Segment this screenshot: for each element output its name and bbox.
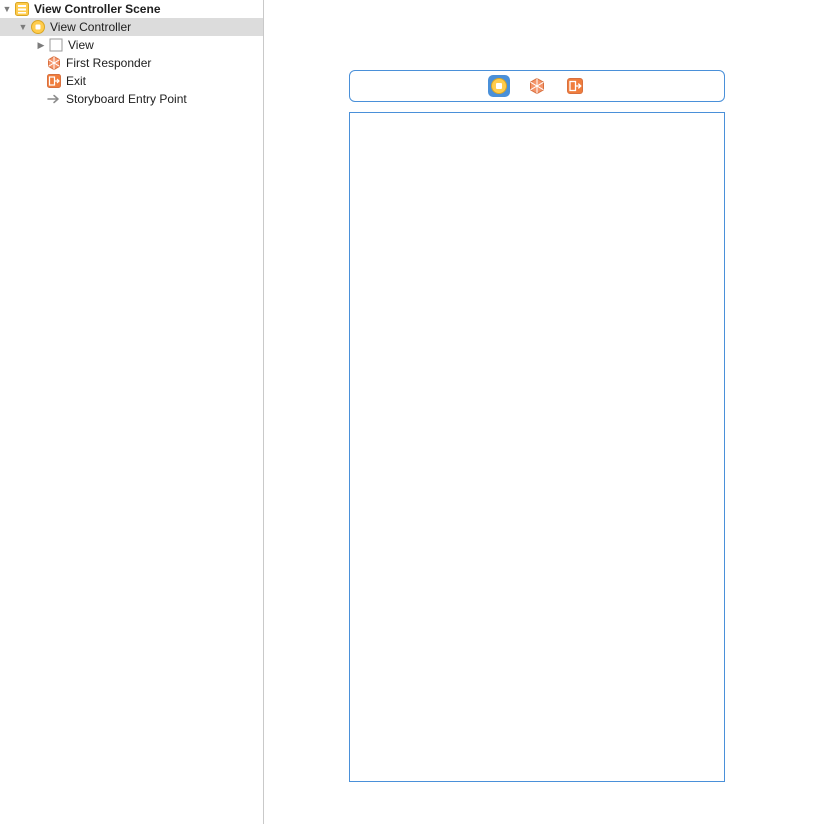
exit-icon (566, 77, 584, 95)
view-controller-root-view[interactable] (349, 112, 725, 782)
view-controller-icon (30, 19, 46, 35)
tree-label: Exit (66, 74, 86, 88)
header-first-responder-button[interactable] (526, 75, 548, 97)
document-outline-sidebar: ▼ View Controller Scene ▼ View Controlle… (0, 0, 264, 824)
tree-label: View Controller Scene (34, 2, 161, 16)
header-view-controller-button[interactable] (488, 75, 510, 97)
storyboard-canvas[interactable] (264, 0, 828, 824)
storyboard-scene-icon (14, 1, 30, 17)
disclosure-triangle-icon[interactable]: ▶ (36, 40, 46, 51)
tree-row-first-responder[interactable]: First Responder (0, 54, 263, 72)
tree-label: Storyboard Entry Point (66, 92, 187, 106)
tree-label: View (68, 38, 94, 52)
first-responder-icon (528, 77, 546, 95)
header-exit-button[interactable] (564, 75, 586, 97)
tree-row-view[interactable]: ▶ View (0, 36, 263, 54)
exit-icon (46, 73, 62, 89)
tree-row-entry-point[interactable]: Storyboard Entry Point (0, 90, 263, 108)
disclosure-triangle-icon[interactable]: ▼ (2, 4, 12, 14)
view-controller-icon (490, 77, 508, 95)
view-icon (48, 37, 64, 53)
tree-row-scene[interactable]: ▼ View Controller Scene (0, 0, 263, 18)
view-controller-canvas-item[interactable] (349, 70, 725, 782)
tree-row-exit[interactable]: Exit (0, 72, 263, 90)
disclosure-triangle-icon[interactable]: ▼ (18, 22, 28, 32)
tree-label: First Responder (66, 56, 151, 70)
arrow-right-icon (46, 91, 62, 107)
view-controller-header-bar[interactable] (349, 70, 725, 102)
tree-label: View Controller (50, 20, 131, 34)
tree-row-view-controller[interactable]: ▼ View Controller (0, 18, 263, 36)
first-responder-icon (46, 55, 62, 71)
